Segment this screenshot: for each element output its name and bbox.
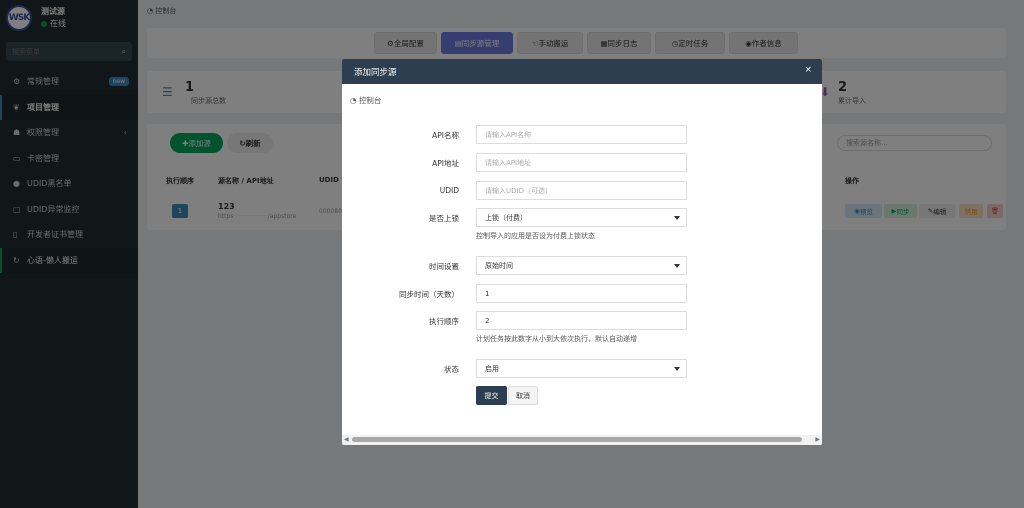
status-select[interactable]: 启用 bbox=[476, 359, 687, 378]
scroll-right-icon[interactable]: ▶ bbox=[815, 436, 820, 443]
horizontal-scrollbar[interactable]: ◀ ▶ bbox=[342, 435, 822, 445]
close-icon[interactable]: × bbox=[804, 65, 812, 75]
modal-title: 添加同步源 bbox=[354, 67, 397, 78]
order-help: 计划任务按此数字从小到大依次执行，默认自动递增 bbox=[476, 335, 637, 343]
udid-input[interactable] bbox=[476, 181, 687, 200]
caret-down-icon bbox=[674, 367, 680, 371]
scrollbar-thumb[interactable] bbox=[352, 437, 802, 442]
lock-help: 控制导入的应用是否设为付费上锁状态 bbox=[476, 232, 595, 240]
api-url-input[interactable] bbox=[476, 153, 687, 172]
scroll-left-icon[interactable]: ◀ bbox=[344, 436, 349, 443]
caret-down-icon bbox=[674, 264, 680, 268]
order-input[interactable] bbox=[476, 311, 687, 330]
cancel-button[interactable]: 取消 bbox=[508, 386, 538, 405]
modal-breadcrumb: ◔ 控制台 bbox=[350, 96, 382, 105]
submit-button[interactable]: 提交 bbox=[476, 386, 507, 405]
modal-header: 添加同步源 × bbox=[342, 59, 822, 84]
time-select[interactable]: 原始时间 bbox=[476, 256, 687, 275]
lock-select[interactable]: 上锁（付费） bbox=[476, 208, 687, 227]
add-source-modal: 添加同步源 × ◔ 控制台 API名称 API地址 UDID 是否上锁 上锁（付… bbox=[342, 59, 822, 445]
dashboard-icon: ◔ bbox=[350, 96, 359, 105]
caret-down-icon bbox=[674, 216, 680, 220]
sync-days-input[interactable] bbox=[476, 284, 687, 303]
api-name-input[interactable] bbox=[476, 125, 687, 144]
